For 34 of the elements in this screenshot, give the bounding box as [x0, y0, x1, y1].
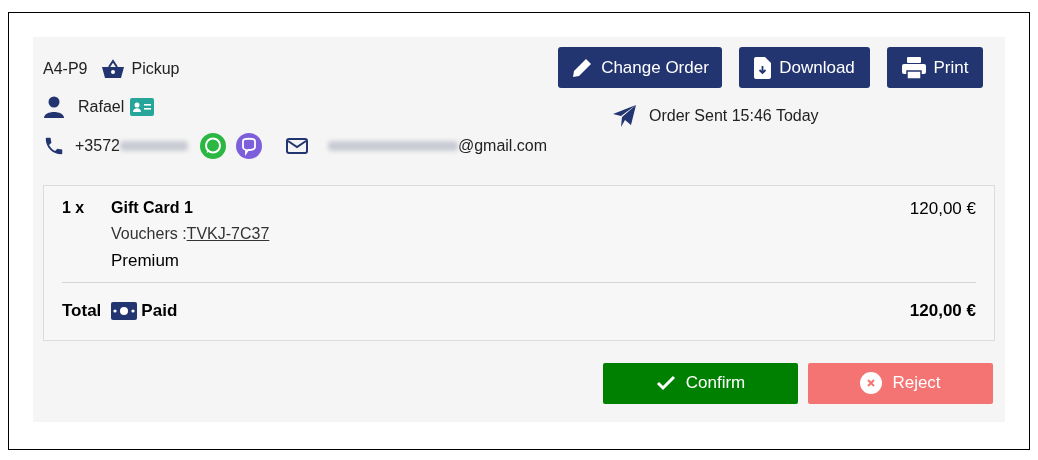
item-price: 120,00 €: [909, 198, 976, 220]
file-download-icon: [754, 56, 772, 79]
item-variant: Premium: [111, 250, 180, 272]
order-status: Order Sent 15:46 Today: [649, 106, 819, 126]
printer-icon: [901, 56, 926, 79]
voucher-label: Vouchers :: [111, 224, 187, 244]
customer-name: Rafael: [78, 97, 125, 117]
money-icon: [111, 302, 138, 320]
phone-number: +3572: [75, 136, 120, 156]
confirm-button[interactable]: Confirm: [603, 362, 798, 404]
mail-icon: [285, 138, 308, 154]
print-button[interactable]: Print: [887, 47, 983, 88]
viber-icon[interactable]: [235, 133, 262, 159]
close-icon: [860, 372, 883, 394]
pencil-icon: [571, 56, 594, 79]
checkmark-icon: [655, 375, 676, 391]
change-order-button[interactable]: Change Order: [558, 47, 722, 88]
delivery-type: Pickup: [131, 59, 180, 79]
whatsapp-icon[interactable]: [199, 133, 226, 159]
paper-plane-icon: [613, 105, 637, 127]
phone-icon: [43, 135, 65, 157]
person-icon: [44, 96, 64, 118]
email-domain: @gmail.com: [457, 136, 548, 156]
contact-card-icon[interactable]: [130, 98, 155, 116]
blurred-digits: [119, 141, 188, 151]
total-amount: 120,00 €: [909, 300, 976, 323]
item-quantity: 1 x: [62, 198, 86, 218]
basket-icon: [101, 59, 126, 79]
total-label: Total: [62, 300, 102, 323]
payment-status: Paid: [141, 300, 178, 323]
item-name: Gift Card 1: [111, 198, 194, 218]
download-button[interactable]: Download: [739, 47, 870, 88]
voucher-code-link[interactable]: TVKJ-7C37: [186, 222, 270, 246]
order-code: A4-P9: [43, 59, 88, 79]
